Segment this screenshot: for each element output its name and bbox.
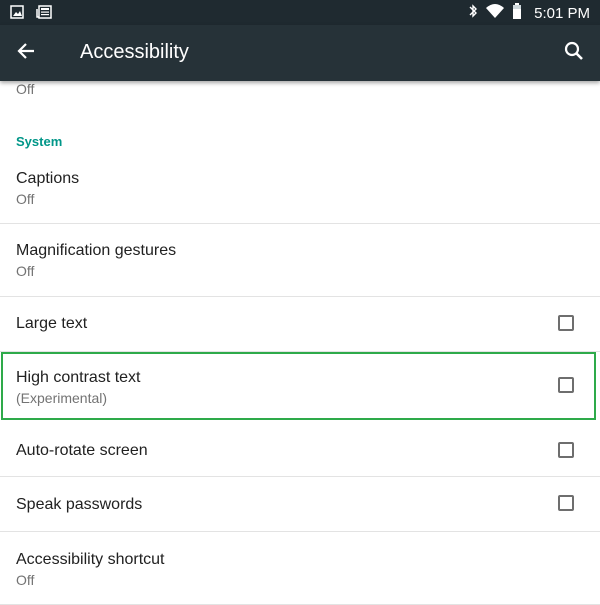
auto-rotate-screen-checkbox[interactable] xyxy=(558,442,574,458)
status-bar: 5:01 PM xyxy=(0,0,600,25)
list-item-subtitle: Off xyxy=(16,263,35,279)
app-bar: Accessibility xyxy=(0,25,600,81)
image-icon xyxy=(10,5,24,24)
list-item-accessibility-shortcut[interactable]: Accessibility shortcut Off xyxy=(0,532,600,605)
list-item-title: Auto-rotate screen xyxy=(16,442,148,459)
back-arrow-icon xyxy=(16,41,36,66)
large-text-checkbox[interactable] xyxy=(558,315,574,331)
back-button[interactable] xyxy=(12,39,40,67)
list-item-auto-rotate-screen[interactable]: Auto-rotate screen xyxy=(0,420,600,477)
high-contrast-text-checkbox[interactable] xyxy=(558,377,574,393)
page-title: Accessibility xyxy=(80,41,189,63)
list-item-magnification-gestures[interactable]: Magnification gestures Off xyxy=(0,224,600,297)
list-item-subtitle: Off xyxy=(16,191,35,207)
list-item-title: Large text xyxy=(16,315,88,332)
wifi-icon xyxy=(486,3,505,23)
list-item-title: Magnification gestures xyxy=(16,242,177,259)
settings-list[interactable]: Off System Captions Off Magnification ge… xyxy=(0,81,600,605)
list-item-title: Accessibility shortcut xyxy=(16,551,165,568)
search-button[interactable] xyxy=(560,39,588,67)
news-icon xyxy=(36,5,52,24)
list-item-large-text[interactable]: Large text xyxy=(0,297,600,352)
list-item-high-contrast-text[interactable]: High contrast text (Experimental) xyxy=(0,352,600,420)
list-item-subtitle: (Experimental) xyxy=(16,390,108,406)
search-icon xyxy=(564,41,584,66)
clock: 5:01 PM xyxy=(534,4,590,22)
list-item-captions[interactable]: Captions Off xyxy=(0,156,600,224)
speak-passwords-checkbox[interactable] xyxy=(558,495,574,511)
bluetooth-icon xyxy=(468,3,478,23)
list-item-title: Speak passwords xyxy=(16,496,143,513)
list-item-title: Captions xyxy=(16,170,80,187)
section-header-system: System xyxy=(16,134,63,149)
battery-icon xyxy=(512,3,522,23)
list-item-speak-passwords[interactable]: Speak passwords xyxy=(0,477,600,532)
partial-item-subtitle: Off xyxy=(16,81,35,97)
list-item-subtitle: Off xyxy=(16,572,35,588)
list-item-title: High contrast text xyxy=(16,369,141,386)
